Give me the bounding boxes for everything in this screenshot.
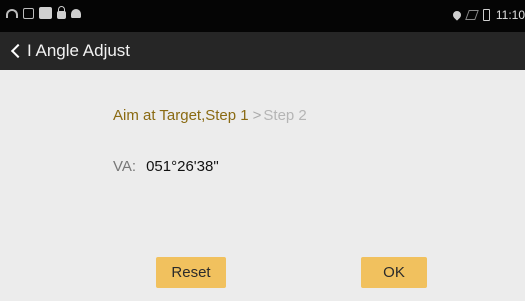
- main-content: Aim at Target,Step 1 > Step 2 VA: 051°26'38…: [0, 70, 525, 301]
- status-bar: 11:10: [0, 0, 525, 32]
- wifi-icon: [6, 8, 18, 18]
- step-separator: >: [252, 107, 262, 124]
- android-icon: [71, 8, 81, 18]
- step-1-label: Aim at Target,Step 1: [113, 107, 249, 124]
- no-signal-icon: [465, 10, 479, 20]
- va-reading: VA: 051°26'38": [113, 158, 219, 175]
- lock-icon: [57, 6, 66, 19]
- ok-button[interactable]: OK: [361, 257, 427, 288]
- location-icon: [451, 9, 463, 21]
- va-label: VA:: [113, 158, 137, 175]
- page-title: I Angle Adjust: [27, 41, 131, 60]
- status-icons-right: 11:10: [451, 7, 525, 23]
- step-indicator: Aim at Target,Step 1 > Step 2: [113, 107, 307, 124]
- status-icons-left: [6, 6, 81, 20]
- va-value: 051°26'38": [146, 158, 219, 175]
- step-2-label: Step 2: [263, 107, 307, 124]
- image-icon: [23, 7, 34, 19]
- battery-icon: [482, 9, 490, 21]
- chevron-left-icon[interactable]: [8, 42, 26, 60]
- app-toolbar: I Angle Adjust: [0, 32, 525, 70]
- reset-button[interactable]: Reset: [156, 257, 226, 288]
- status-time: 11:10: [495, 8, 525, 22]
- square-icon: [39, 7, 52, 19]
